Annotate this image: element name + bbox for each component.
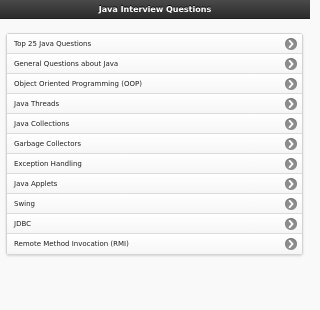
chevron-right-icon[interactable]	[285, 198, 297, 210]
list-item[interactable]: Swing	[7, 194, 302, 214]
list-item-label: General Questions about Java	[14, 60, 119, 68]
list-item[interactable]: Exception Handling	[7, 154, 302, 174]
list-item[interactable]: Object Oriented Programming (OOP)	[7, 74, 302, 94]
chevron-right-icon[interactable]	[285, 218, 297, 230]
chevron-right-icon[interactable]	[285, 158, 297, 170]
list-item-label: Swing	[14, 200, 35, 208]
list-item[interactable]: Java Applets	[7, 174, 302, 194]
chevron-right-icon[interactable]	[285, 118, 297, 130]
chevron-right-icon[interactable]	[285, 238, 297, 250]
list-item-label: Java Threads	[14, 100, 60, 108]
chevron-right-icon[interactable]	[285, 78, 297, 90]
list-item[interactable]: Java Collections	[7, 114, 302, 134]
list-item-label: Exception Handling	[14, 160, 82, 168]
list-item[interactable]: Remote Method Invocation (RMI)	[7, 234, 302, 254]
chevron-right-icon[interactable]	[285, 178, 297, 190]
question-category-list: Top 25 Java Questions General Questions a…	[6, 33, 303, 255]
chevron-right-icon[interactable]	[285, 138, 297, 150]
chevron-right-icon[interactable]	[285, 38, 297, 50]
list-item-label: Object Oriented Programming (OOP)	[14, 80, 142, 88]
list-item-label: Top 25 Java Questions	[14, 40, 92, 48]
app-header: Java Interview Questions	[0, 0, 310, 19]
list-item-label: Remote Method Invocation (RMI)	[14, 240, 129, 248]
list-item-label: JDBC	[14, 220, 32, 228]
list-item[interactable]: Top 25 Java Questions	[7, 34, 302, 54]
chevron-right-icon[interactable]	[285, 98, 297, 110]
list-item[interactable]: JDBC	[7, 214, 302, 234]
list-item[interactable]: Java Threads	[7, 94, 302, 114]
list-item-label: Java Applets	[14, 180, 58, 188]
chevron-right-icon[interactable]	[285, 58, 297, 70]
list-item[interactable]: Garbage Collectors	[7, 134, 302, 154]
list-item[interactable]: General Questions about Java	[7, 54, 302, 74]
list-item-label: Java Collections	[14, 120, 70, 128]
page-title: Java Interview Questions	[98, 5, 212, 14]
list-item-label: Garbage Collectors	[14, 140, 82, 148]
